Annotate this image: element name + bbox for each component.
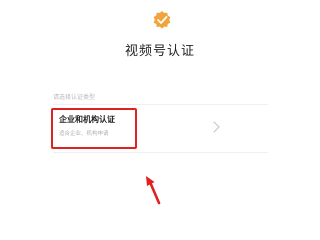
section-hint: 请选择认证类型 — [53, 94, 96, 101]
red-arrow-icon — [146, 176, 161, 205]
divider — [53, 104, 268, 105]
highlight-box — [51, 108, 137, 149]
verified-badge-icon — [153, 11, 171, 29]
chevron-right-icon — [213, 121, 220, 133]
verification-page: 视频号认证 请选择认证类型 企业和机构认证 适合企业、机构申请 — [0, 0, 320, 240]
page-title: 视频号认证 — [124, 44, 195, 59]
divider — [53, 152, 268, 153]
